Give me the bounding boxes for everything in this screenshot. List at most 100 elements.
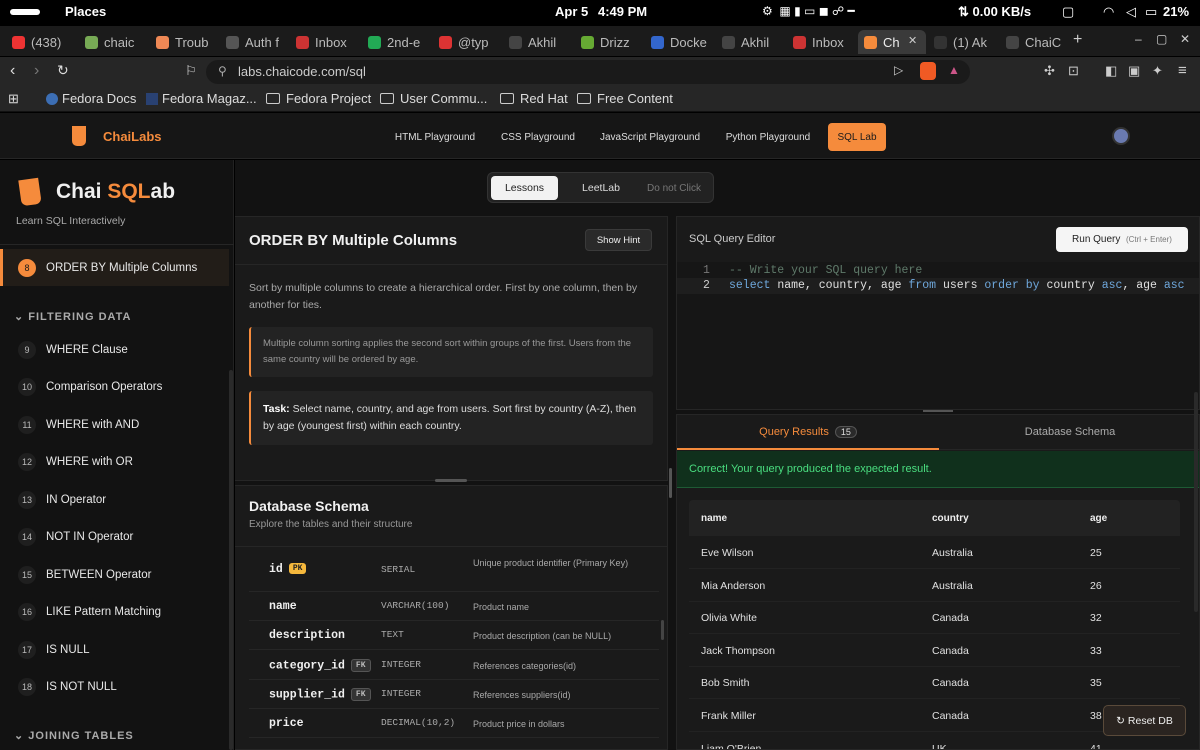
browser-tab[interactable]: ChaiC: [1000, 30, 1066, 54]
section-joining-tables[interactable]: ⌄ JOINING TABLES: [14, 729, 134, 742]
browser-tab[interactable]: @typ: [433, 30, 501, 54]
lesson-item[interactable]: 15 BETWEEN Operator: [0, 556, 229, 593]
tab-favicon-icon: [934, 35, 947, 49]
window-close-icon[interactable]: ✕: [1180, 32, 1190, 46]
bookmark-label: Red Hat: [520, 91, 568, 106]
leo-ai-icon[interactable]: ✦: [1152, 63, 1163, 79]
reset-db-button[interactable]: ↻ Reset DB: [1103, 705, 1186, 736]
nav-html-playground[interactable]: HTML Playground: [388, 123, 482, 151]
browser-tab[interactable]: Troub: [150, 30, 218, 54]
lesson-sidebar: Chai SQLab Learn SQL Interactively 8 ORDE…: [0, 160, 234, 750]
schema-column-type: INTEGER: [381, 687, 421, 699]
nav-python-playground[interactable]: Python Playground: [720, 123, 816, 151]
bookmark-user-community[interactable]: User Commu...: [380, 91, 487, 106]
browser-tab[interactable]: Akhil: [503, 30, 571, 54]
run-query-button[interactable]: Run Query (Ctrl + Enter): [1056, 227, 1188, 252]
tab-do-not-click[interactable]: Do not Click: [638, 176, 710, 200]
schema-row: name VARCHAR(100) Product name: [249, 592, 659, 621]
show-hint-button[interactable]: Show Hint: [585, 229, 652, 251]
clipboard-icon[interactable]: ▢: [1062, 4, 1074, 20]
browser-tab[interactable]: (438): [6, 30, 74, 54]
menu-icon[interactable]: ≡: [1178, 62, 1187, 79]
close-tab-icon[interactable]: ✕: [908, 34, 917, 47]
results-panel: Query Results 15 Database Schema Correct!…: [676, 414, 1200, 750]
code-editor[interactable]: 1 -- Write your SQL query here 2 select …: [677, 262, 1199, 409]
wifi-icon[interactable]: ◠: [1103, 4, 1114, 20]
user-avatar[interactable]: [1112, 127, 1130, 145]
lesson-item[interactable]: 12 WHERE with OR: [0, 444, 229, 481]
tab-lessons[interactable]: Lessons: [491, 176, 558, 200]
brave-shields-icon[interactable]: [920, 62, 936, 80]
window-minimize-icon[interactable]: –: [1135, 32, 1142, 46]
foreign-key-badge: FK: [350, 687, 371, 701]
lesson-item[interactable]: 9 WHERE Clause: [0, 331, 229, 368]
lesson-item[interactable]: 14 NOT IN Operator: [0, 519, 229, 556]
browser-tab[interactable]: Inbox: [787, 30, 855, 54]
back-icon[interactable]: ‹: [10, 62, 15, 80]
nav-javascript-playground[interactable]: JavaScript Playground: [594, 123, 706, 151]
window-maximize-icon[interactable]: ▢: [1156, 32, 1167, 46]
address-bar[interactable]: ⚲ labs.chaicode.com/sql ▷ ▲: [206, 60, 970, 84]
browser-tab[interactable]: chaic: [79, 30, 147, 54]
activities-indicator[interactable]: [10, 9, 40, 15]
lesson-item-active[interactable]: 8 ORDER BY Multiple Columns: [0, 249, 229, 286]
new-tab-icon[interactable]: +: [1073, 31, 1082, 49]
code-line-2: select name, country, age from users ord…: [729, 279, 1185, 292]
editor-resize-handle[interactable]: [923, 410, 953, 412]
forward-icon[interactable]: ›: [34, 62, 39, 80]
vertical-resize-handle[interactable]: [669, 468, 672, 498]
lesson-item[interactable]: 10 Comparison Operators: [0, 369, 229, 406]
bookmark-fedora-project[interactable]: Fedora Project: [266, 91, 371, 106]
browser-tab[interactable]: Inbox: [290, 30, 358, 54]
clock[interactable]: 4:49 PM: [598, 4, 647, 19]
volume-icon[interactable]: ◁: [1126, 4, 1136, 20]
extensions-icon[interactable]: ✣: [1044, 63, 1055, 79]
lesson-item[interactable]: 11 WHERE with AND: [0, 406, 229, 443]
lesson-item[interactable]: 16 LIKE Pattern Matching: [0, 594, 229, 631]
section-filtering-data[interactable]: ⌄ FILTERING DATA: [14, 310, 132, 323]
battery-icon[interactable]: ▭: [1145, 4, 1157, 20]
nav-sql-lab[interactable]: SQL Lab: [828, 123, 886, 151]
share-icon[interactable]: ▷: [894, 63, 903, 77]
bookmark-fedora-docs[interactable]: Fedora Docs: [46, 91, 136, 106]
table-row: Mia Anderson Australia 26: [689, 569, 1180, 602]
cell-name: Frank Miller: [701, 710, 756, 722]
tab-database-schema[interactable]: Database Schema: [939, 415, 1199, 450]
divider: [235, 264, 668, 265]
folder-icon: [500, 93, 514, 104]
schema-scrollbar[interactable]: [661, 620, 664, 640]
lesson-number: 17: [18, 640, 36, 659]
sidebar-scrollbar[interactable]: [229, 370, 233, 750]
nav-css-playground[interactable]: CSS Playground: [496, 123, 580, 151]
resize-handle[interactable]: [435, 479, 467, 482]
browser-tab[interactable]: Docke: [645, 30, 713, 54]
tab-query-results[interactable]: Query Results 15: [677, 415, 939, 450]
app-menu[interactable]: Places: [65, 4, 106, 19]
browser-tab[interactable]: Akhil: [716, 30, 784, 54]
rewards-icon[interactable]: ▲: [948, 63, 960, 77]
chailabs-logo-icon[interactable]: [72, 126, 86, 146]
lesson-item[interactable]: 18 IS NOT NULL: [0, 669, 229, 706]
line-number: 2: [703, 279, 710, 292]
lesson-item[interactable]: 17 IS NULL: [0, 631, 229, 668]
browser-tab[interactable]: Auth f: [220, 30, 288, 54]
browser-tab[interactable]: (1) Ak: [928, 30, 996, 54]
main-scrollbar[interactable]: [1194, 392, 1198, 612]
site-info-icon[interactable]: ⚲: [218, 64, 227, 78]
tab-title: Akhil: [528, 34, 557, 50]
date[interactable]: Apr 5: [555, 4, 588, 19]
bookmark-free-content[interactable]: Free Content: [577, 91, 673, 106]
reload-icon[interactable]: ↻: [57, 62, 69, 79]
bookmark-red-hat[interactable]: Red Hat: [500, 91, 568, 106]
lesson-item[interactable]: 13 IN Operator: [0, 481, 229, 518]
apps-grid-icon[interactable]: ⊞: [8, 91, 19, 107]
browser-tab[interactable]: 2nd-e: [362, 30, 430, 54]
sidebar-toggle-icon[interactable]: ◧: [1105, 63, 1117, 79]
wallet-icon[interactable]: ▣: [1128, 63, 1140, 79]
bookmark-icon[interactable]: ⚐: [185, 63, 197, 79]
tab-leetlab[interactable]: LeetLab: [566, 176, 636, 200]
bookmark-fedora-magazine[interactable]: Fedora Magaz...: [146, 91, 257, 106]
brand-name[interactable]: ChaiLabs: [103, 129, 162, 144]
browser-tab[interactable]: Drizz: [575, 30, 643, 54]
screenshot-icon[interactable]: ⊡: [1068, 63, 1079, 79]
